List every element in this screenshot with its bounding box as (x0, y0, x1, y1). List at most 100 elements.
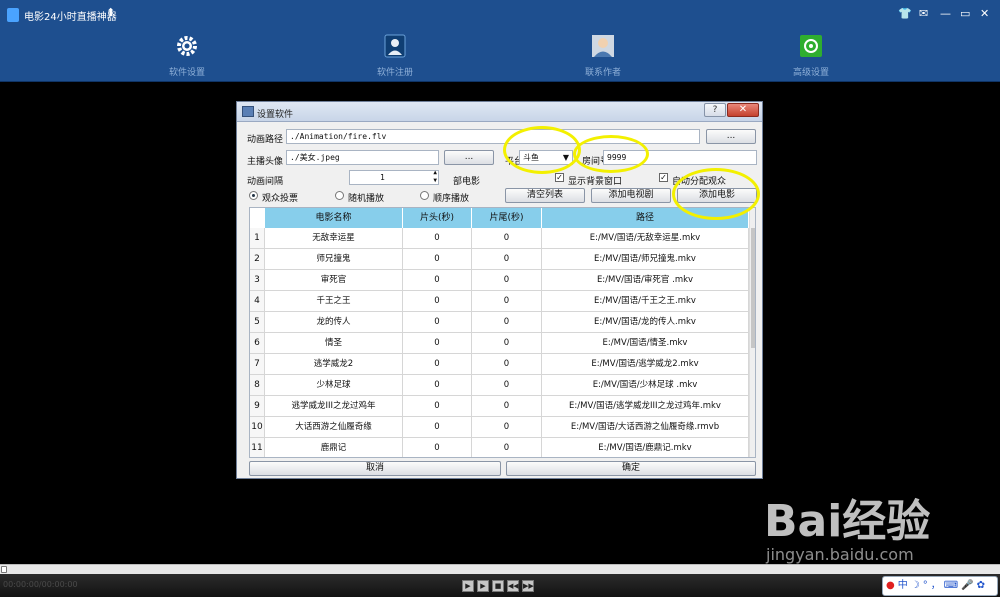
toolbar-label: 高级设置 (792, 68, 829, 78)
table-row[interactable]: 11 鹿鼎记 0 0 E:/MV/国语/鹿鼎记.mkv (250, 438, 749, 457)
row-number: 9 (250, 396, 265, 416)
dialog-title: 设置软件 (257, 110, 294, 120)
toolbar-advanced-settings[interactable]: 高级设置 (776, 34, 846, 80)
cell-path: E:/MV/国语/情圣.mkv (542, 333, 749, 353)
cell-path: E:/MV/国语/无敌幸运星.mkv (542, 228, 749, 248)
cell-tail-seconds: 0 (472, 438, 542, 457)
help-button[interactable]: ? (704, 103, 726, 117)
animation-interval-spinbox[interactable]: 1 ▲ ▼ (349, 169, 439, 185)
show-background-checkbox[interactable]: ✓ (555, 173, 564, 182)
fast-forward-button[interactable]: ▶▶ (522, 580, 534, 592)
table-row[interactable]: 2 师兄撞鬼 0 0 E:/MV/国语/师兄撞鬼.mkv (250, 249, 749, 270)
cell-path: E:/MV/国语/龙的传人.mkv (542, 312, 749, 332)
table-scrollbar[interactable] (749, 208, 755, 457)
dialog-title-bar: 设置软件 ? ✕ (237, 102, 762, 122)
watermark-brand: Bai经验 (764, 496, 931, 547)
spin-arrows-icon[interactable]: ▲ ▼ (433, 169, 437, 185)
minimize-button[interactable]: — (940, 7, 951, 21)
maximize-button[interactable]: ▭ (960, 7, 970, 21)
skin-icon[interactable]: 👕 (898, 7, 912, 21)
ime-language[interactable]: 中 (898, 578, 908, 594)
cell-movie-name: 千王之王 (265, 291, 403, 311)
seek-handle[interactable] (1, 566, 7, 573)
row-number: 3 (250, 270, 265, 290)
anchor-avatar-input[interactable]: ./美女.jpeg (286, 150, 439, 165)
ime-keyboard-icon[interactable]: ⌨ (944, 578, 958, 594)
ime-skin-icon[interactable]: ✿ (977, 578, 985, 594)
cell-path: E:/MV/国语/逃学威龙III之龙过鸡年.mkv (542, 396, 749, 416)
column-header-head[interactable]: 片头(秒) (403, 208, 472, 228)
gear-icon (177, 36, 197, 56)
cell-head-seconds: 0 (403, 270, 472, 290)
clear-list-button[interactable]: 清空列表 (505, 188, 585, 203)
table-row[interactable]: 9 逃学威龙III之龙过鸡年 0 0 E:/MV/国语/逃学威龙III之龙过鸡年.mkv (250, 396, 749, 417)
toolbar-software-settings[interactable]: 软件设置 (152, 34, 222, 80)
ime-logo-icon: ● (886, 580, 895, 591)
cell-head-seconds: 0 (403, 438, 472, 457)
main-toolbar: 软件设置 软件注册 联系作者 高级设置 (0, 30, 1000, 82)
play-alt-button[interactable]: ▶ (477, 580, 489, 592)
row-number: 11 (250, 438, 265, 457)
table-row[interactable]: 6 情圣 0 0 E:/MV/国语/情圣.mkv (250, 333, 749, 354)
cell-tail-seconds: 0 (472, 396, 542, 416)
ime-mic-icon[interactable]: 🎤 (961, 578, 973, 594)
scrollbar-thumb[interactable] (751, 228, 755, 348)
cell-path: E:/MV/国语/大话西游之仙履奇缘.rmvb (542, 417, 749, 437)
table-row[interactable]: 3 审死官 0 0 E:/MV/国语/审死官 .mkv (250, 270, 749, 291)
table-row[interactable]: 7 逃学威龙2 0 0 E:/MV/国语/逃学威龙2.mkv (250, 354, 749, 375)
column-header-tail[interactable]: 片尾(秒) (472, 208, 542, 228)
table-row[interactable]: 10 大话西游之仙履奇缘 0 0 E:/MV/国语/大话西游之仙履奇缘.rmvb (250, 417, 749, 438)
mode-random-radio[interactable] (335, 191, 344, 200)
column-header-name[interactable]: 电影名称 (265, 208, 403, 228)
cell-movie-name: 情圣 (265, 333, 403, 353)
highlight-circle-platform (503, 126, 581, 174)
mode-sequential-label: 顺序播放 (433, 194, 470, 204)
cell-path: E:/MV/国语/少林足球 .mkv (542, 375, 749, 395)
cell-movie-name: 大话西游之仙履奇缘 (265, 417, 403, 437)
auto-assign-checkbox[interactable]: ✓ (659, 173, 668, 182)
play-button[interactable]: ▶ (462, 580, 474, 592)
highlight-circle-add-movie (672, 168, 760, 220)
cell-tail-seconds: 0 (472, 312, 542, 332)
cell-tail-seconds: 0 (472, 354, 542, 374)
stop-button[interactable]: ■ (492, 580, 504, 592)
rewind-button[interactable]: ◀◀ (507, 580, 519, 592)
cancel-button[interactable]: 取消 (249, 461, 501, 476)
cell-path: E:/MV/国语/师兄撞鬼.mkv (542, 249, 749, 269)
browse-animation-button[interactable]: ... (706, 129, 756, 144)
row-number: 6 (250, 333, 265, 353)
anchor-avatar-label: 主播头像 (247, 157, 284, 167)
window-title: 电影24小时直播神器 (24, 12, 117, 23)
toolbar-label: 软件注册 (376, 68, 413, 78)
toolbar-contact-author[interactable]: 联系作者 (568, 34, 638, 80)
table-row[interactable]: 5 龙的传人 0 0 E:/MV/国语/龙的传人.mkv (250, 312, 749, 333)
app-window: 电影24小时直播神器 ⬆ 👕 ✉ — ▭ ✕ 软件设置 软件注册 联系作者 高级… (0, 0, 1000, 597)
table-row[interactable]: 8 少林足球 0 0 E:/MV/国语/少林足球 .mkv (250, 375, 749, 396)
ime-toolbar[interactable]: ● 中 ☽ ° ， ⌨ 🎤 ✿ (882, 576, 998, 596)
pin-icon[interactable]: ⬆ (106, 6, 115, 19)
cell-tail-seconds: 0 (472, 417, 542, 437)
ime-punct-icon[interactable]: ， (931, 578, 941, 594)
add-tv-button[interactable]: 添加电视剧 (591, 188, 671, 203)
animation-path-label: 动画路径 (247, 135, 284, 145)
table-row[interactable]: 1 无敌幸运星 0 0 E:/MV/国语/无敌幸运星.mkv (250, 228, 749, 249)
mode-sequential-radio[interactable] (420, 191, 429, 200)
interval-unit-label: 部电影 (453, 177, 481, 187)
cell-path: E:/MV/国语/千王之王.mkv (542, 291, 749, 311)
dialog-app-icon (242, 106, 254, 117)
row-number: 4 (250, 291, 265, 311)
message-icon[interactable]: ✉ (919, 7, 928, 21)
cell-head-seconds: 0 (403, 291, 472, 311)
mode-vote-radio[interactable] (249, 191, 258, 200)
browse-avatar-button[interactable]: ... (444, 150, 494, 165)
cell-movie-name: 少林足球 (265, 375, 403, 395)
toolbar-software-register[interactable]: 软件注册 (360, 34, 430, 80)
ime-moon-icon[interactable]: ☽ (911, 578, 920, 594)
dialog-close-button[interactable]: ✕ (727, 103, 759, 117)
ime-degree-icon[interactable]: ° (923, 578, 928, 594)
row-number: 8 (250, 375, 265, 395)
table-row[interactable]: 4 千王之王 0 0 E:/MV/国语/千王之王.mkv (250, 291, 749, 312)
cell-head-seconds: 0 (403, 354, 472, 374)
ok-button[interactable]: 确定 (506, 461, 756, 476)
close-button[interactable]: ✕ (980, 7, 989, 21)
